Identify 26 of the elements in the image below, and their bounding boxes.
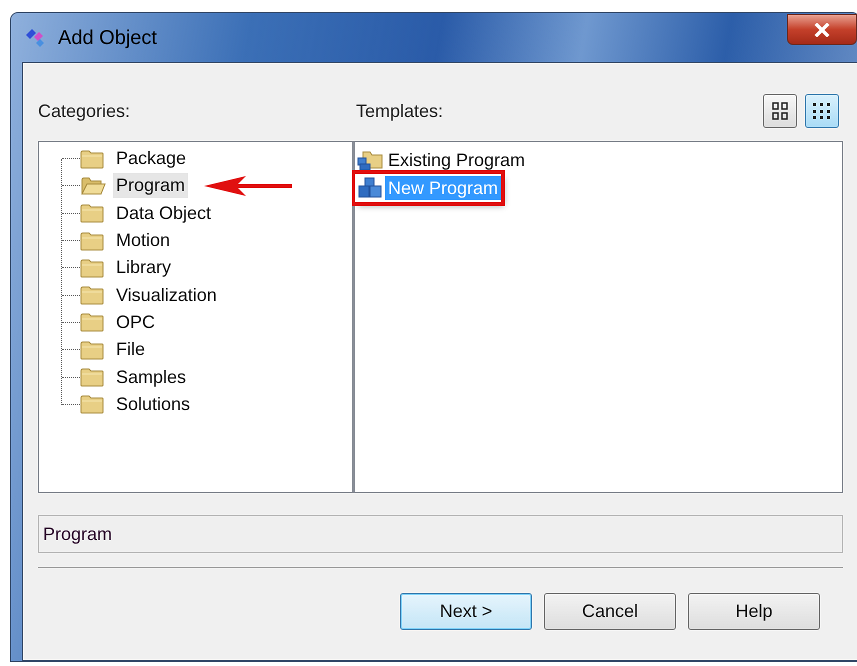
tree-item[interactable]: Library xyxy=(113,255,174,280)
tree-item[interactable]: File xyxy=(113,337,148,362)
templates-label: Templates: xyxy=(356,100,444,123)
tree-item[interactable]: Solutions xyxy=(113,392,194,417)
folder-blocks-icon xyxy=(357,149,385,171)
close-button[interactable] xyxy=(787,14,857,45)
open-folder-icon xyxy=(80,176,107,196)
template-item[interactable]: Existing Program xyxy=(385,148,528,172)
dialog-button[interactable]: Help xyxy=(688,593,820,630)
tree-item[interactable]: OPC xyxy=(113,310,158,335)
grid-icon xyxy=(771,101,789,121)
tree-item[interactable]: Visualization xyxy=(113,282,220,308)
large-icons-view-button[interactable] xyxy=(763,94,797,128)
window-title: Add Object xyxy=(58,26,157,51)
tree-item[interactable]: Motion xyxy=(113,228,174,254)
list-view-button[interactable] xyxy=(805,94,839,128)
tree-item[interactable]: Package xyxy=(113,146,190,172)
tree-item[interactable]: Program xyxy=(113,173,188,198)
description-field: Program xyxy=(38,515,843,553)
tree-item[interactable]: Samples xyxy=(113,364,190,390)
list-icon xyxy=(812,101,832,121)
dialog-button[interactable]: Cancel xyxy=(544,593,676,630)
close-icon xyxy=(814,22,830,36)
dialog-button[interactable]: Next > xyxy=(400,593,532,630)
tree-item[interactable]: Data Object xyxy=(113,200,214,226)
categories-label: Categories: xyxy=(38,100,132,123)
